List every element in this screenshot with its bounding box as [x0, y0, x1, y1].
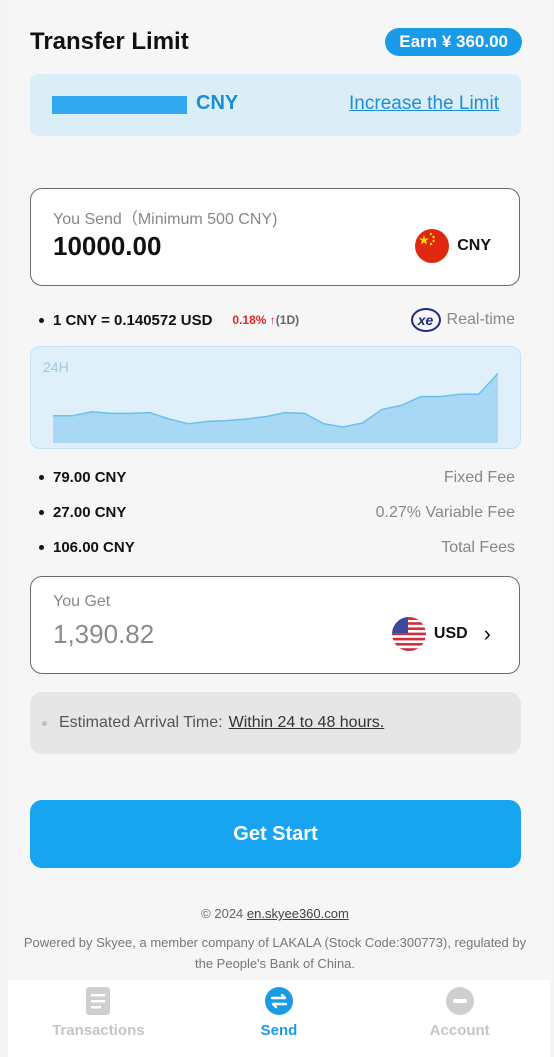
increase-limit-link[interactable]: Increase the Limit — [349, 93, 499, 115]
tab-send[interactable]: Send — [189, 980, 370, 1057]
send-amount-input[interactable]: 10000.00 — [53, 231, 161, 262]
header: Transfer Limit Earn ¥ 360.00 — [30, 26, 522, 58]
fees-list: 79.00 CNY Fixed Fee 27.00 CNY 0.27% Vari… — [39, 460, 515, 565]
fee-row-variable: 27.00 CNY 0.27% Variable Fee — [39, 495, 515, 530]
transfer-page: Transfer Limit Earn ¥ 360.00 CNY Increas… — [8, 0, 550, 1057]
arrival-label: Estimated Arrival Time: — [59, 714, 223, 731]
bullet — [39, 317, 44, 323]
receive-amount-field: You Get 1,390.82 USD › — [30, 576, 520, 674]
fee-row-total: 106.00 CNY Total Fees — [39, 530, 515, 565]
receive-currency: USD — [433, 625, 468, 642]
fee-value: 79.00 CNY — [53, 469, 127, 486]
exchange-rate-row: 1 CNY = 0.140572 USD 0.18% ↑(1D) xe Real… — [39, 308, 515, 332]
account-icon — [445, 986, 475, 1016]
tab-account[interactable]: Account — [369, 980, 550, 1057]
fee-label: 0.27% Variable Fee — [375, 503, 515, 521]
tab-transactions[interactable]: Transactions — [8, 980, 189, 1057]
arrival-time-link[interactable]: Within 24 to 48 hours. — [229, 714, 385, 732]
earn-badge[interactable]: Earn ¥ 360.00 — [385, 28, 522, 56]
receive-amount: 1,390.82 — [53, 619, 155, 649]
rate-change-value: 0.18% — [232, 313, 267, 327]
tab-label: Transactions — [52, 1022, 145, 1039]
fee-label: Total Fees — [441, 538, 515, 556]
us-flag-icon — [391, 617, 426, 651]
page-title: Transfer Limit — [30, 28, 189, 55]
realtime-label: Real-time — [446, 311, 515, 328]
fee-row-fixed: 79.00 CNY Fixed Fee — [39, 460, 515, 495]
redacted-limit-amount — [52, 96, 187, 114]
fee-value: 27.00 CNY — [53, 504, 127, 521]
fee-value: 106.00 CNY — [53, 539, 135, 556]
rate-chart: 24H — [30, 346, 521, 449]
receive-label: You Get — [53, 593, 111, 610]
arrival-time-box: Estimated Arrival Time: Within 24 to 48 … — [30, 692, 521, 754]
rate-period: (1D) — [275, 313, 300, 327]
powered-by-text: Powered by Skyee, a member company of LA… — [23, 935, 527, 971]
bullet — [39, 510, 44, 515]
send-currency-picker[interactable]: CNY — [415, 229, 491, 263]
china-flag-icon — [415, 229, 450, 263]
chevron-right-icon: › — [483, 621, 491, 646]
send-label: You Send（Minimum 500 CNY) — [53, 211, 278, 228]
bullet — [39, 545, 44, 550]
copyright-text: © 2024 — [201, 906, 244, 921]
receive-currency-picker[interactable]: USD › — [391, 617, 491, 651]
send-currency: CNY — [457, 237, 491, 254]
limit-currency: CNY — [196, 92, 239, 114]
bullet — [39, 475, 44, 480]
bullet — [42, 720, 47, 726]
rate-chart-svg — [53, 372, 499, 443]
tab-label: Send — [260, 1022, 298, 1039]
copyright: © 2024 en.skyee360.com — [8, 906, 542, 921]
get-start-button[interactable]: Get Start — [30, 800, 521, 868]
xe-logo-icon: xe — [410, 308, 441, 332]
tab-label: Account — [429, 1022, 490, 1039]
transfer-limit-box: CNY Increase the Limit — [30, 74, 521, 136]
bottom-tab-bar: Transactions Send Account — [8, 980, 550, 1057]
exchange-rate: 1 CNY = 0.140572 USD — [53, 311, 213, 329]
transactions-icon — [83, 986, 113, 1016]
fee-label: Fixed Fee — [443, 468, 515, 486]
rate-change: 0.18% ↑(1D) — [232, 313, 299, 327]
chart-area — [53, 373, 498, 443]
rate-provider: xe Real-time — [410, 308, 515, 332]
site-link[interactable]: en.skyee360.com — [247, 906, 349, 921]
send-amount-field[interactable]: You Send（Minimum 500 CNY) 10000.00 CNY — [30, 188, 520, 286]
send-icon — [264, 986, 294, 1016]
